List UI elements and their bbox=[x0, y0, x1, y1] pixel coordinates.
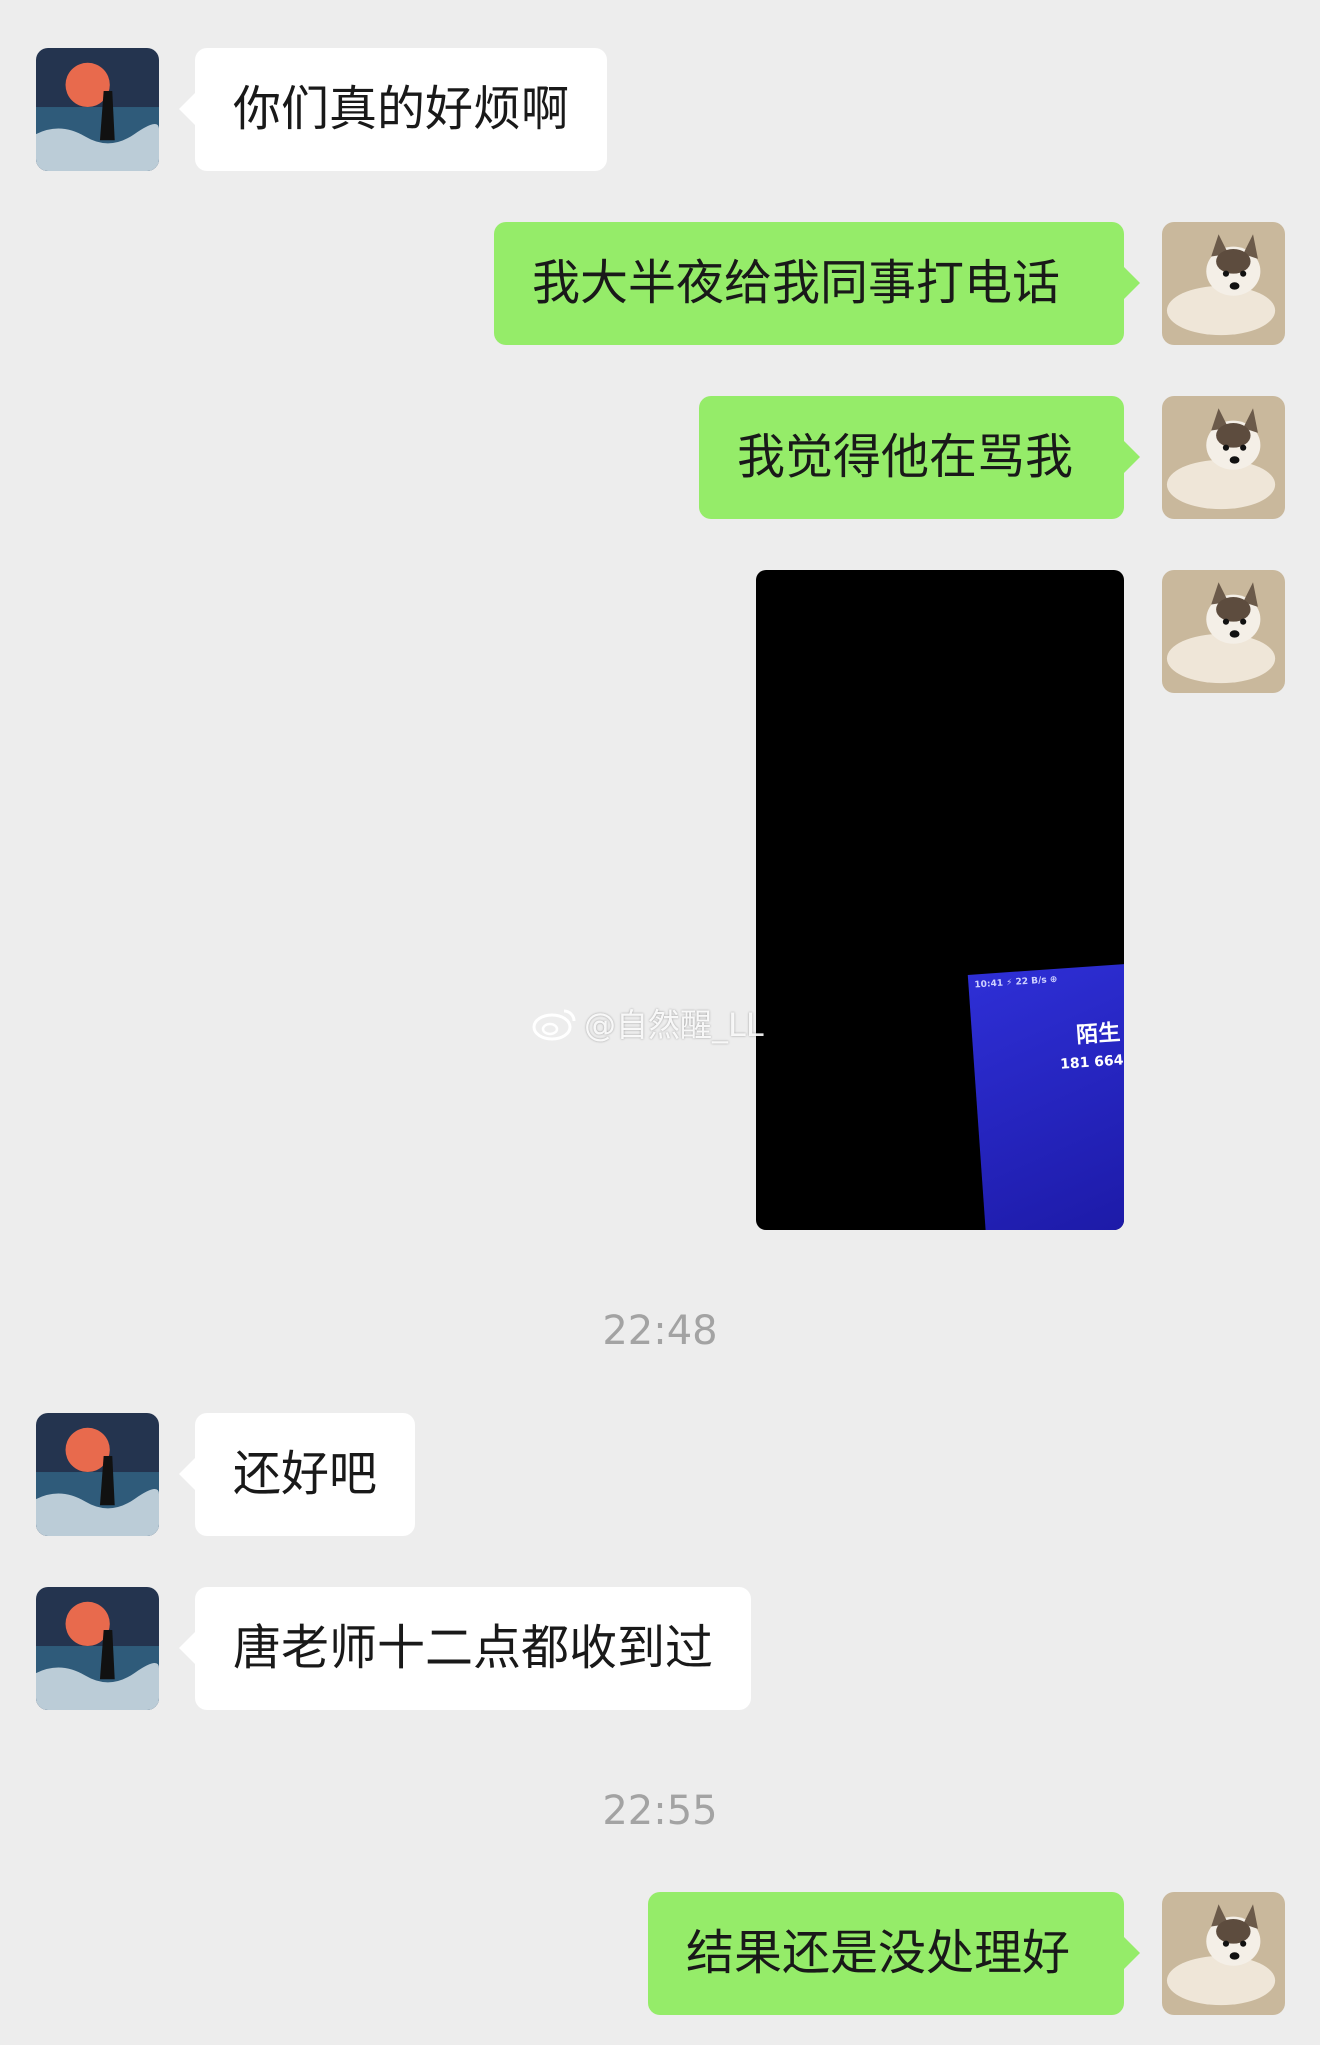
phone-status-bar: 10:41 ⚡ 22 B/s ⊕ bbox=[974, 974, 1058, 991]
self-avatar[interactable] bbox=[1162, 396, 1285, 519]
sunset-sea-avatar-icon bbox=[36, 1587, 159, 1710]
puppy-avatar-icon bbox=[1162, 1892, 1285, 2015]
sunset-sea-avatar-icon bbox=[36, 1413, 159, 1536]
contact-avatar[interactable] bbox=[36, 48, 159, 171]
self-avatar[interactable] bbox=[1162, 222, 1285, 345]
caller-number: 181 6645 bbox=[1059, 1051, 1124, 1073]
self-avatar[interactable] bbox=[1162, 1892, 1285, 2015]
message-bubble-outgoing[interactable]: 我大半夜给我同事打电话 bbox=[494, 222, 1140, 345]
message-bubble-incoming[interactable]: 唐老师十二点都收到过 bbox=[178, 1587, 752, 1710]
puppy-avatar-icon bbox=[1162, 396, 1285, 519]
contact-avatar[interactable] bbox=[36, 1413, 159, 1536]
self-avatar[interactable] bbox=[1162, 570, 1285, 693]
contact-avatar[interactable] bbox=[36, 1587, 159, 1710]
puppy-avatar-icon bbox=[1162, 570, 1285, 693]
watermark-text: @自然醒_LL bbox=[584, 1006, 764, 1044]
sunset-sea-avatar-icon bbox=[36, 48, 159, 171]
message-bubble-incoming[interactable]: 还好吧 bbox=[178, 1413, 416, 1536]
puppy-avatar-icon bbox=[1162, 222, 1285, 345]
timestamp: 22:48 bbox=[602, 1308, 718, 1354]
message-bubble-incoming[interactable]: 你们真的好烦啊 bbox=[178, 48, 608, 171]
weibo-icon bbox=[532, 1009, 576, 1041]
message-bubble-outgoing[interactable]: 我觉得他在骂我 bbox=[699, 396, 1140, 519]
watermark: @自然醒_LL bbox=[532, 1000, 764, 1046]
message-bubble-outgoing[interactable]: 结果还是没处理好 bbox=[648, 1892, 1140, 2015]
timestamp: 22:55 bbox=[602, 1788, 718, 1834]
caller-name: 陌生 bbox=[1075, 1020, 1122, 1049]
phone-screen-image: 10:41 ⚡ 22 B/s ⊕ 陌生 181 6645 bbox=[967, 961, 1124, 1230]
video-message[interactable]: 10:41 ⚡ 22 B/s ⊕ 陌生 181 6645 bbox=[756, 570, 1124, 1230]
